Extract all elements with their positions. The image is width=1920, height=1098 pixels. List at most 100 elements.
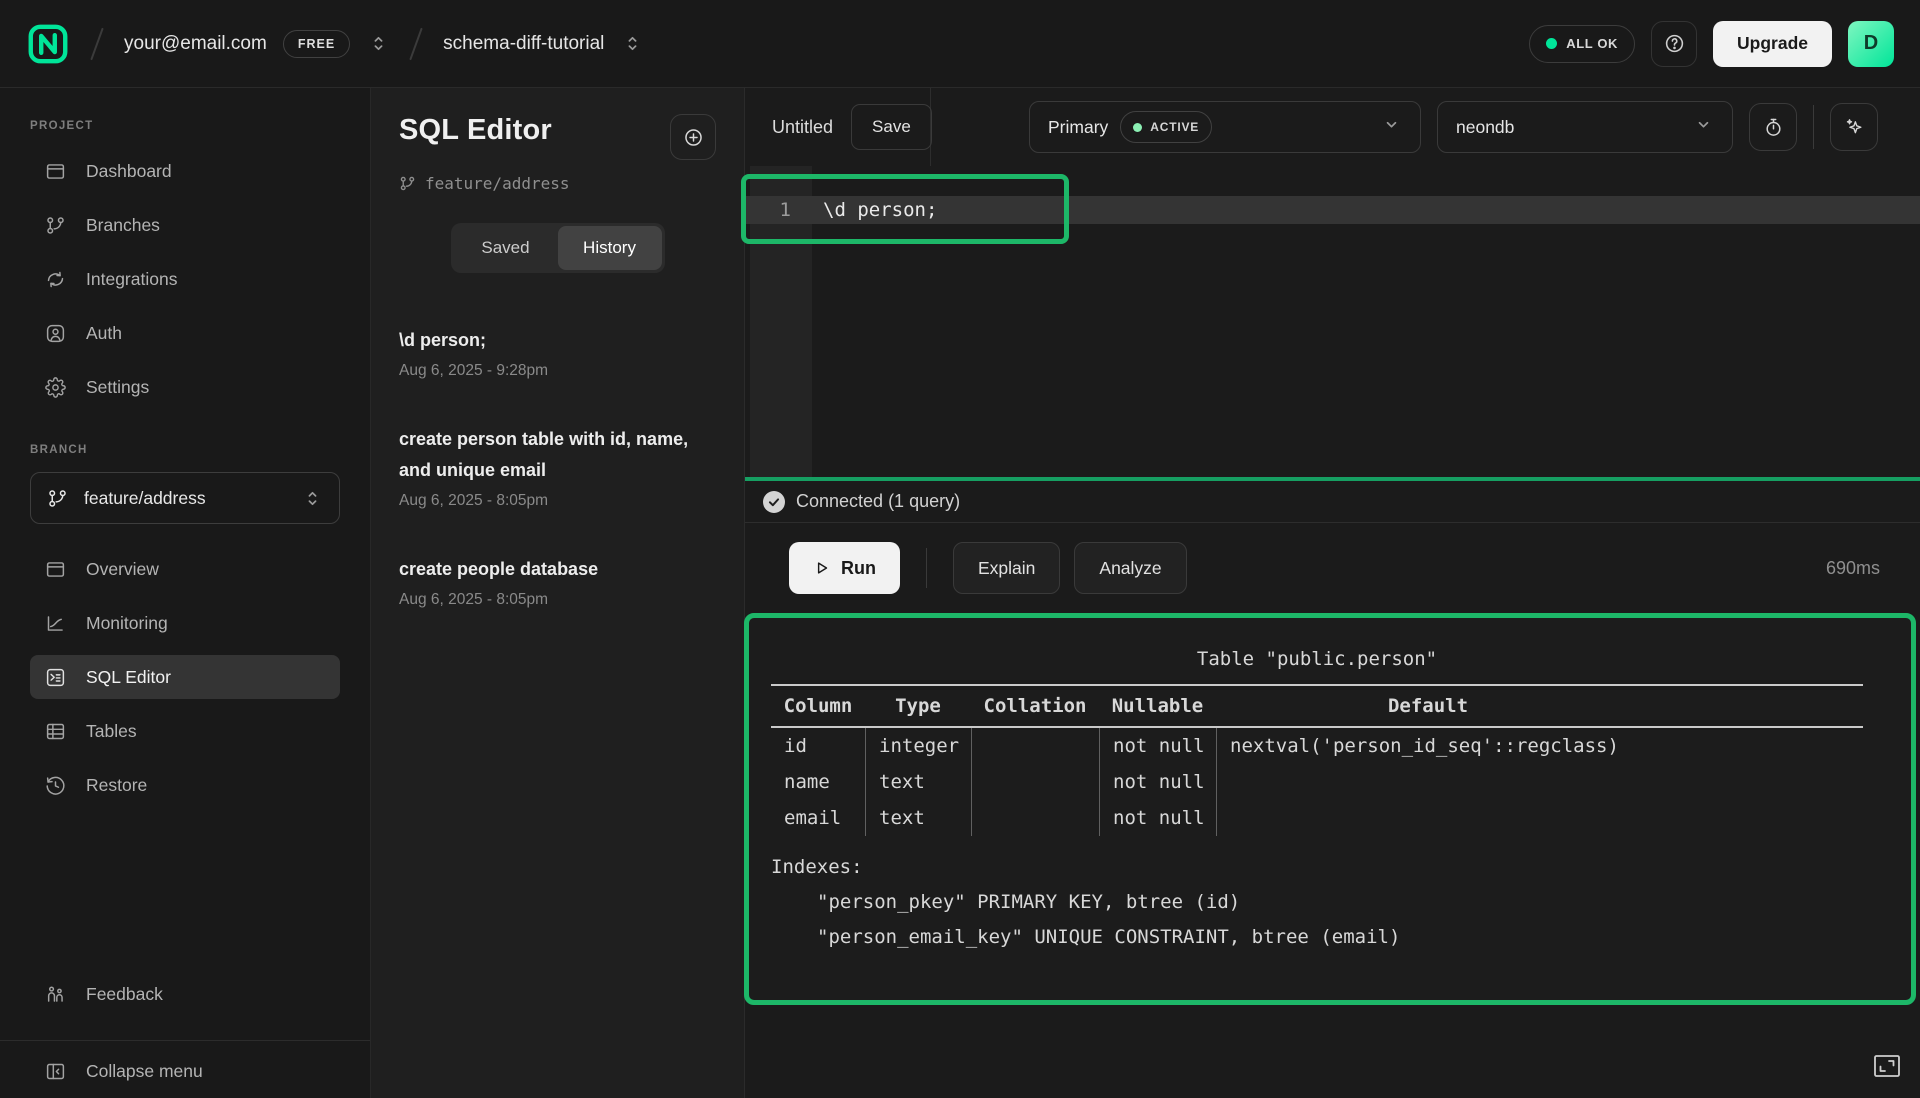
branch-selector[interactable]: feature/address [30, 472, 340, 524]
compute-select[interactable]: Primary ACTIVE [1029, 101, 1421, 153]
breadcrumb-slash [409, 27, 423, 60]
sql-editor-icon [45, 667, 66, 688]
psql-output: Table "public.person" Column Type Collat… [771, 648, 1863, 948]
branch-icon [45, 215, 66, 236]
check-circle-icon [763, 491, 785, 513]
indexes-label: Indexes: [771, 856, 1863, 878]
sidebar-item-feedback[interactable]: Feedback [30, 972, 340, 1016]
query-duration: 690ms [1826, 558, 1880, 579]
results-table-title: Table "public.person" [771, 648, 1863, 684]
cell [971, 764, 1099, 800]
results-panel: Table "public.person" Column Type Collat… [744, 613, 1916, 1005]
cell: integer [865, 728, 971, 764]
integrations-icon [45, 269, 66, 290]
tab-saved[interactable]: Saved [454, 226, 558, 270]
panel-branch: feature/address [399, 174, 716, 193]
cell: text [865, 800, 971, 836]
expand-results-button[interactable] [1868, 1050, 1906, 1082]
table-row: name text not null [771, 764, 1863, 800]
cell [971, 800, 1099, 836]
help-button[interactable] [1651, 21, 1697, 67]
sidebar-item-label: Auth [86, 323, 122, 344]
account-switcher-chevrons-icon[interactable] [368, 33, 389, 54]
sidebar-divider [0, 1040, 370, 1041]
run-button[interactable]: Run [789, 542, 900, 594]
sidebar-item-integrations[interactable]: Integrations [30, 257, 340, 301]
compute-status-label: ACTIVE [1150, 120, 1199, 134]
upgrade-button[interactable]: Upgrade [1713, 21, 1832, 67]
sidebar-item-collapse-menu[interactable]: Collapse menu [30, 1049, 340, 1093]
editor-active-line[interactable]: 1 \d person; [745, 196, 1920, 224]
project-switcher-chevrons-icon[interactable] [622, 33, 643, 54]
compute-name: Primary [1048, 117, 1108, 138]
gear-icon [45, 377, 66, 398]
save-button[interactable]: Save [851, 104, 932, 150]
cell: name [771, 764, 865, 800]
sidebar-item-label: Tables [86, 721, 137, 742]
tab-history[interactable]: History [558, 226, 662, 270]
indexes-section: Indexes: "person_pkey" PRIMARY KEY, btre… [771, 856, 1863, 948]
cell: text [865, 764, 971, 800]
page-title: SQL Editor [399, 114, 552, 147]
query-timer-button[interactable] [1749, 103, 1797, 151]
analyze-button[interactable]: Analyze [1074, 542, 1186, 594]
stopwatch-icon [1763, 117, 1784, 138]
cell: email [771, 800, 865, 836]
sidebar-item-label: Monitoring [86, 613, 168, 634]
sidebar-item-tables[interactable]: Tables [30, 709, 340, 753]
sidebar-item-overview[interactable]: Overview [30, 547, 340, 591]
sidebar-item-label: Branches [86, 215, 160, 236]
query-tab[interactable]: Untitled Save [745, 88, 931, 166]
new-query-button[interactable] [670, 114, 716, 160]
auth-icon [45, 323, 66, 344]
editor-toolbar: Untitled Save Primary ACTIVE [745, 88, 1920, 166]
results-zone: Table "public.person" Column Type Collat… [745, 613, 1920, 1098]
project-name[interactable]: schema-diff-tutorial [443, 33, 604, 55]
sidebar-item-branches[interactable]: Branches [30, 203, 340, 247]
sql-editor-panel: SQL Editor feature/address Saved History… [371, 88, 745, 1098]
feedback-icon [45, 984, 66, 1005]
sidebar-item-auth[interactable]: Auth [30, 311, 340, 355]
status-pill-label: ALL OK [1566, 36, 1618, 51]
cell: not null [1099, 764, 1216, 800]
database-name: neondb [1456, 117, 1514, 138]
collapse-panel-icon [45, 1061, 66, 1082]
sidebar: PROJECT Dashboard Branches Integrations … [0, 88, 371, 1098]
expand-icon [1872, 1053, 1902, 1079]
history-item[interactable]: \d person; Aug 6, 2025 - 9:28pm [399, 325, 716, 380]
play-icon [813, 559, 831, 577]
sidebar-item-sql-editor[interactable]: SQL Editor [30, 655, 340, 699]
ai-assist-button[interactable] [1830, 103, 1878, 151]
chevron-down-icon [1381, 114, 1402, 140]
panel-branch-name: feature/address [425, 174, 570, 193]
sparkles-icon [1844, 117, 1865, 138]
line-number: 1 [745, 199, 812, 221]
sidebar-item-dashboard[interactable]: Dashboard [30, 149, 340, 193]
branch-selector-value: feature/address [84, 488, 206, 509]
results-header: Column [771, 695, 865, 717]
database-select[interactable]: neondb [1437, 101, 1733, 153]
user-avatar[interactable]: D [1848, 21, 1894, 67]
sidebar-item-monitoring[interactable]: Monitoring [30, 601, 340, 645]
neon-logo-icon[interactable] [26, 22, 70, 66]
account-email[interactable]: your@email.com [124, 33, 267, 55]
status-pill[interactable]: ALL OK [1529, 25, 1635, 63]
sidebar-item-restore[interactable]: Restore [30, 763, 340, 807]
sidebar-item-settings[interactable]: Settings [30, 365, 340, 409]
results-body: id integer not null nextval('person_id_s… [771, 728, 1863, 840]
history-date: Aug 6, 2025 - 8:05pm [399, 591, 716, 609]
explain-button[interactable]: Explain [953, 542, 1060, 594]
connection-status-bar: Connected (1 query) [745, 481, 1920, 523]
history-item[interactable]: create people database Aug 6, 2025 - 8:0… [399, 554, 716, 609]
code-editor[interactable]: 1 \d person; [745, 166, 1920, 477]
sidebar-item-label: Integrations [86, 269, 177, 290]
index-line: "person_pkey" PRIMARY KEY, btree (id) [771, 891, 1863, 913]
topbar-left: your@email.com FREE schema-diff-tutorial [26, 22, 643, 66]
history-item[interactable]: create person table with id, name, and u… [399, 424, 716, 510]
sidebar-heading-branch: BRANCH [0, 444, 370, 456]
cell [971, 728, 1099, 764]
branch-icon [47, 488, 68, 509]
sidebar-item-label: Overview [86, 559, 159, 580]
history-date: Aug 6, 2025 - 8:05pm [399, 492, 716, 510]
tables-icon [45, 721, 66, 742]
